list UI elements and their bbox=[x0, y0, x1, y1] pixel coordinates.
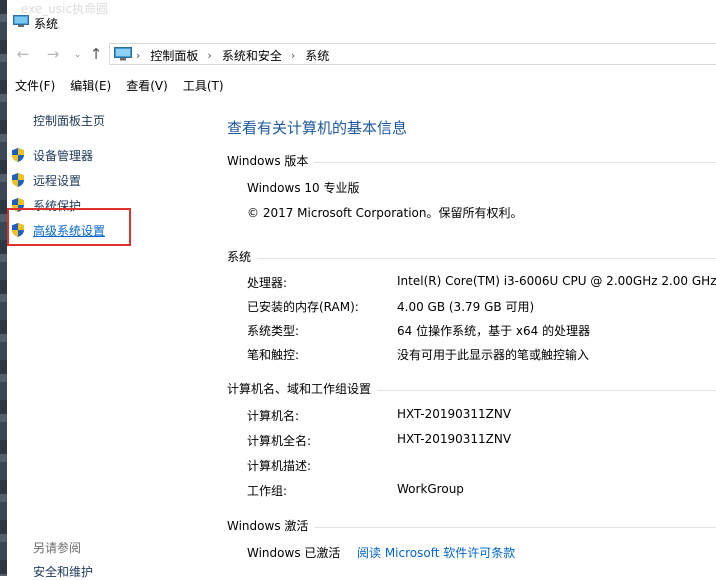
memory-label: 已安装的内存(RAM): bbox=[247, 300, 359, 314]
security-and-maintenance-link[interactable]: 安全和维护 bbox=[33, 563, 93, 580]
breadcrumb-system-and-security[interactable]: 系统和安全 bbox=[222, 47, 282, 64]
breadcrumb-system[interactable]: 系统 bbox=[305, 47, 329, 64]
menu-bar: 文件(F) 编辑(E) 查看(V) 工具(T) bbox=[7, 74, 716, 96]
desktop-background bbox=[0, 0, 7, 576]
control-panel-icon bbox=[114, 47, 132, 61]
system-type-value: 64 位操作系统，基于 x64 的处理器 bbox=[397, 324, 591, 338]
back-arrow-icon[interactable]: ← bbox=[13, 44, 33, 64]
breadcrumb-separator[interactable]: › bbox=[207, 49, 211, 62]
shield-icon bbox=[12, 173, 24, 187]
navigation-bar: ← → ⌄ ↑ › 控制面板 › 系统和安全 › 系统 bbox=[7, 42, 716, 68]
activation-status: Windows 已激活 bbox=[247, 546, 341, 560]
menu-edit[interactable]: 编辑(E) bbox=[63, 77, 119, 94]
main-content: 查看有关计算机的基本信息 Windows 版本 Windows 10 专业版 ©… bbox=[207, 96, 716, 576]
license-terms-link[interactable]: 阅读 Microsoft 软件许可条款 bbox=[357, 544, 515, 561]
windows-edition-name: Windows 10 专业版 bbox=[247, 181, 360, 195]
pen-touch-value: 没有可用于此显示器的笔或触控输入 bbox=[397, 348, 590, 362]
copyright-text: © 2017 Microsoft Corporation。保留所有权利。 bbox=[247, 206, 523, 220]
section-title: 计算机名、域和工作组设置 bbox=[227, 380, 378, 397]
breadcrumb: › 控制面板 › 系统和安全 › 系统 bbox=[136, 47, 329, 63]
remote-settings-label: 远程设置 bbox=[33, 173, 82, 188]
section-title: Windows 激活 bbox=[227, 517, 315, 534]
up-arrow-icon[interactable]: ↑ bbox=[86, 44, 106, 64]
menu-view[interactable]: 查看(V) bbox=[119, 77, 176, 94]
section-divider bbox=[227, 258, 716, 259]
section-title: Windows 版本 bbox=[227, 152, 315, 169]
system-type-label: 系统类型: bbox=[247, 324, 300, 338]
full-computer-name-label: 计算机全名: bbox=[247, 434, 312, 448]
title-bar[interactable]: exe_usic执命圆 系统 bbox=[7, 0, 716, 38]
processor-label: 处理器: bbox=[247, 276, 288, 290]
computer-name-value: HXT-20190311ZNV bbox=[397, 407, 512, 421]
pen-touch-label: 笔和触控: bbox=[247, 348, 300, 362]
menu-file[interactable]: 文件(F) bbox=[7, 77, 63, 94]
computer-name-label: 计算机名: bbox=[247, 409, 300, 423]
workgroup-value: WorkGroup bbox=[397, 482, 464, 496]
breadcrumb-separator[interactable]: › bbox=[291, 49, 295, 62]
workgroup-label: 工作组: bbox=[247, 484, 288, 498]
breadcrumb-separator[interactable]: › bbox=[136, 49, 140, 62]
device-manager-label: 设备管理器 bbox=[33, 148, 94, 163]
computer-name-section: 计算机名、域和工作组设置 bbox=[227, 380, 716, 398]
address-bar[interactable]: › 控制面板 › 系统和安全 › 系统 bbox=[109, 43, 716, 65]
shield-icon bbox=[12, 148, 24, 162]
control-panel-home-link[interactable]: 控制面板主页 bbox=[33, 112, 105, 129]
memory-value: 4.00 GB (3.79 GB 可用) bbox=[397, 300, 535, 314]
see-also-heading: 另请参阅 bbox=[33, 541, 82, 555]
task-pane: 控制面板主页 设备管理器 远程设置 系统保护 高级系统设置 另请参阅 安全和维护 bbox=[7, 96, 207, 579]
computer-description-label: 计算机描述: bbox=[247, 459, 312, 473]
device-manager-link[interactable]: 设备管理器 bbox=[10, 146, 93, 164]
section-title: 系统 bbox=[227, 248, 258, 265]
breadcrumb-control-panel[interactable]: 控制面板 bbox=[150, 47, 198, 64]
system-window: exe_usic执命圆 系统 ← → ⌄ ↑ › 控制面板 › 系统和安全 › bbox=[7, 0, 716, 579]
full-computer-name-value: HXT-20190311ZNV bbox=[397, 432, 512, 446]
windows-edition-section: Windows 版本 bbox=[227, 152, 716, 170]
window-title: 系统 bbox=[34, 17, 59, 31]
computer-icon bbox=[13, 15, 29, 27]
system-section: 系统 bbox=[227, 248, 716, 266]
menu-tools[interactable]: 工具(T) bbox=[176, 77, 232, 94]
processor-value: Intel(R) Core(TM) i3-6006U CPU @ 2.00GHz… bbox=[397, 274, 716, 288]
recent-locations-chevron-icon[interactable]: ⌄ bbox=[74, 50, 82, 60]
page-title: 查看有关计算机的基本信息 bbox=[227, 119, 408, 137]
forward-arrow-icon[interactable]: → bbox=[43, 44, 63, 64]
remote-settings-link[interactable]: 远程设置 bbox=[10, 171, 81, 189]
windows-activation-section: Windows 激活 bbox=[227, 517, 716, 535]
highlight-annotation-box bbox=[7, 208, 131, 246]
